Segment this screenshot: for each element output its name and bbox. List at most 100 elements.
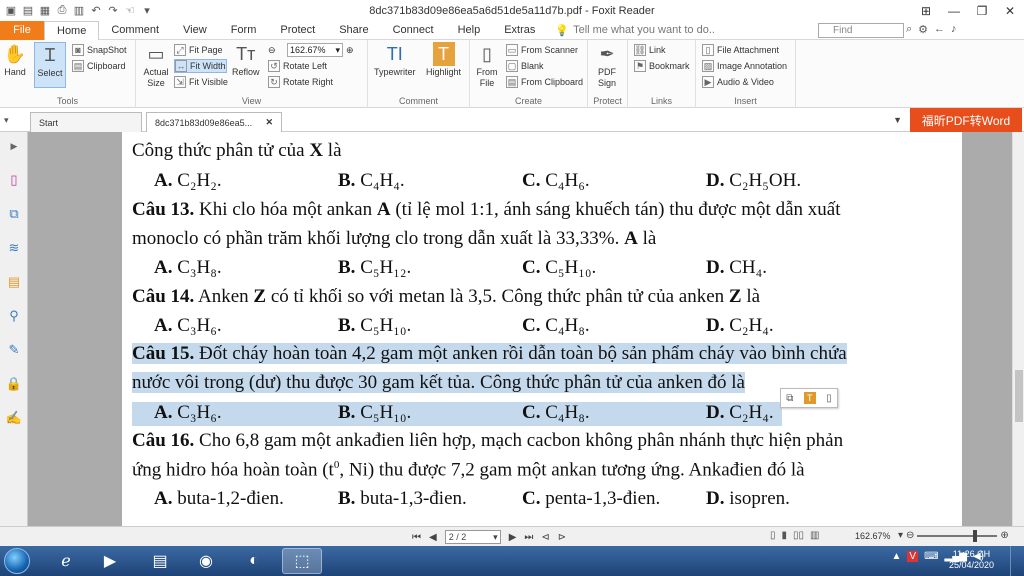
- start-button[interactable]: [4, 548, 30, 574]
- notification-icon[interactable]: ♪: [951, 23, 957, 36]
- print-icon[interactable]: ⎙: [55, 4, 69, 18]
- bookmarks-panel-icon[interactable]: ▯: [6, 172, 22, 188]
- copy-icon[interactable]: ⧉: [786, 393, 793, 404]
- convert-to-word-button[interactable]: 福昕PDF转Word: [910, 108, 1022, 132]
- file-explorer-icon[interactable]: ▤: [140, 548, 180, 574]
- continuous-page-icon[interactable]: ▮: [782, 530, 788, 541]
- tab-form[interactable]: Form: [219, 21, 269, 40]
- page-number-input[interactable]: 2 / 2 ▾: [444, 530, 501, 544]
- rotate-right-button[interactable]: ↻ Rotate Right: [268, 75, 333, 89]
- bookmark-button[interactable]: ⚑ Bookmark: [634, 59, 690, 73]
- clipboard-button[interactable]: ▤ Clipboard: [72, 59, 126, 73]
- tab-comment[interactable]: Comment: [99, 21, 171, 40]
- antivirus-icon[interactable]: V: [907, 551, 919, 562]
- previous-page-icon[interactable]: ◀: [429, 532, 437, 543]
- language-icon[interactable]: ⌨: [924, 551, 938, 562]
- tab-share[interactable]: Share: [327, 21, 380, 40]
- chrome-icon[interactable]: ◉: [186, 548, 226, 574]
- highlight-text-icon[interactable]: T: [803, 392, 816, 404]
- comments-panel-icon[interactable]: ▤: [6, 274, 22, 290]
- q15-line-2[interactable]: nước vôi trong (dư) thu được 30 gam kết …: [132, 372, 745, 394]
- pages-panel-icon[interactable]: ⧉: [6, 206, 22, 222]
- foxit-reader-taskbar-icon[interactable]: ⬚: [282, 548, 322, 574]
- save-icon[interactable]: ▦: [38, 4, 52, 18]
- actual-size-button[interactable]: ▭ Actual Size: [142, 42, 170, 89]
- show-desktop-button[interactable]: [1010, 546, 1024, 576]
- fit-visible-button[interactable]: ⇲ Fit Visible: [174, 75, 228, 89]
- settings-icon[interactable]: ⚙: [918, 23, 928, 36]
- zoom-slider[interactable]: ▾ ⊖ ⊕: [898, 529, 1009, 542]
- scrollbar-thumb[interactable]: [1015, 370, 1023, 422]
- vertical-scrollbar[interactable]: [1012, 132, 1024, 526]
- tab-home[interactable]: Home: [44, 20, 100, 41]
- tab-connect[interactable]: Connect: [381, 21, 446, 40]
- attachments-panel-icon[interactable]: ⚲: [6, 308, 22, 324]
- typewriter-button[interactable]: TI Typewriter: [374, 42, 416, 78]
- content-panel-icon[interactable]: ✍: [6, 410, 22, 426]
- back-icon[interactable]: ←: [934, 23, 945, 36]
- single-page-icon[interactable]: ▯: [770, 530, 776, 541]
- from-scanner-button[interactable]: ▭ From Scanner: [506, 43, 578, 57]
- maximize-button[interactable]: ❐: [968, 0, 996, 21]
- link-button[interactable]: ⛓ Link: [634, 43, 666, 57]
- open-icon[interactable]: ▤: [21, 4, 35, 18]
- media-player-icon[interactable]: ▶: [90, 548, 130, 574]
- next-page-icon[interactable]: ▶: [509, 532, 517, 543]
- fit-width-button[interactable]: ↔ Fit Width: [174, 59, 227, 73]
- previous-view-icon[interactable]: ⊲: [541, 532, 549, 543]
- tab-menu-icon[interactable]: ▾: [4, 115, 9, 126]
- audio-video-button[interactable]: ▶ Audio & Video: [702, 75, 774, 89]
- tab-document[interactable]: 8dc371b83d09e86ea5... ✕: [146, 112, 282, 132]
- tab-help[interactable]: Help: [446, 21, 493, 40]
- zoom-in-button[interactable]: ⊕: [346, 43, 354, 57]
- zoom-out-button[interactable]: ⊖: [268, 43, 276, 57]
- reflow-button[interactable]: Tт Reflow: [232, 42, 260, 78]
- layers-panel-icon[interactable]: ≋: [6, 240, 22, 256]
- undo-icon[interactable]: ↶: [89, 4, 103, 18]
- first-page-icon[interactable]: ⏮: [412, 532, 421, 543]
- system-clock[interactable]: 11:26 CH 25/04/2020: [949, 549, 994, 571]
- search-icon[interactable]: ⌕: [906, 23, 912, 36]
- find-input[interactable]: Find: [818, 23, 904, 38]
- zoom-slider-knob[interactable]: [973, 529, 978, 542]
- select-button[interactable]: Ɪ Select: [34, 42, 66, 88]
- last-page-icon[interactable]: ⏭: [524, 532, 533, 543]
- bookmark-add-icon[interactable]: ▯: [826, 393, 832, 404]
- coccoc-browser-icon[interactable]: ◐: [234, 548, 274, 574]
- zoom-dropdown-icon[interactable]: ▾: [898, 530, 903, 541]
- hand-tool-icon[interactable]: ☜: [123, 4, 137, 18]
- snapshot-button[interactable]: ◙ SnapShot: [72, 43, 127, 57]
- tell-me-box[interactable]: 💡 Tell me what you want to do..: [555, 24, 715, 37]
- highlight-button[interactable]: T Highlight: [426, 42, 461, 78]
- blank-button[interactable]: ▢ Blank: [506, 59, 544, 73]
- tab-view[interactable]: View: [171, 21, 219, 40]
- tab-protect[interactable]: Protect: [268, 21, 327, 40]
- zoom-select[interactable]: 162.67% ▾: [287, 43, 343, 57]
- tab-list-dropdown-icon[interactable]: ▼: [893, 115, 902, 125]
- customize-icon[interactable]: ▾: [140, 4, 154, 18]
- close-button[interactable]: ✕: [996, 0, 1024, 21]
- internet-explorer-icon[interactable]: ℯ: [46, 548, 86, 574]
- hand-button[interactable]: ✋ Hand: [4, 42, 26, 78]
- tab-extras[interactable]: Extras: [492, 21, 547, 40]
- zoom-slider-track[interactable]: [917, 529, 998, 542]
- file-menu[interactable]: File: [0, 20, 44, 40]
- image-annotation-button[interactable]: ▨ Image Annotation: [702, 59, 787, 73]
- continuous-facing-icon[interactable]: ▥: [810, 530, 819, 541]
- minimize-button[interactable]: —: [940, 0, 968, 21]
- redo-icon[interactable]: ↷: [106, 4, 120, 18]
- security-lock-icon[interactable]: 🔒: [6, 376, 22, 392]
- q15-line-1[interactable]: Câu 15. Đốt cháy hoàn toàn 4,2 gam một a…: [132, 343, 847, 365]
- next-view-icon[interactable]: ⊳: [558, 532, 566, 543]
- expand-panel-icon[interactable]: ▶: [6, 138, 22, 154]
- file-attachment-button[interactable]: ▯ File Attachment: [702, 43, 779, 57]
- properties-icon[interactable]: ▥: [72, 4, 86, 18]
- show-hidden-icons[interactable]: ▲: [891, 551, 901, 562]
- close-tab-icon[interactable]: ✕: [265, 117, 273, 128]
- zoom-in-icon[interactable]: ⊕: [1000, 530, 1008, 541]
- from-clipboard-button[interactable]: ▤ From Clipboard: [506, 75, 583, 89]
- signature-panel-icon[interactable]: ✎: [6, 342, 22, 358]
- ribbon-options-icon[interactable]: ⊞: [912, 0, 940, 21]
- pdf-sign-button[interactable]: ✒ PDF Sign: [594, 42, 620, 89]
- tab-start[interactable]: Start: [30, 112, 142, 132]
